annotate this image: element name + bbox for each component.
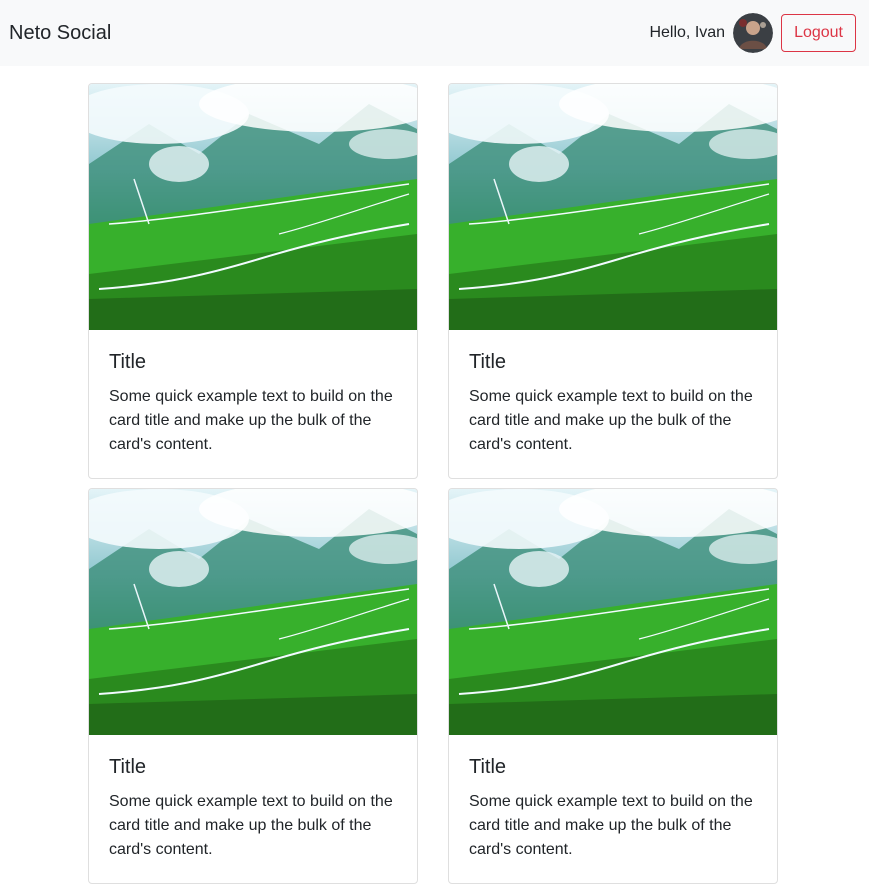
user-avatar-icon bbox=[733, 13, 774, 53]
card-title: Title bbox=[469, 351, 507, 373]
mountain-valley-image bbox=[449, 489, 777, 735]
mountain-valley-image bbox=[89, 489, 417, 735]
card-body: Title Some quick example text to build o… bbox=[449, 330, 777, 477]
card-title: Title bbox=[469, 756, 507, 778]
card-text: Some quick example text to build on the … bbox=[469, 793, 753, 858]
card-text: Some quick example text to build on the … bbox=[109, 793, 393, 858]
brand-link[interactable]: Neto Social bbox=[9, 22, 111, 45]
card-body: Title Some quick example text to build o… bbox=[89, 330, 417, 477]
card-text: Some quick example text to build on the … bbox=[109, 388, 393, 453]
card-text: Some quick example text to build on the … bbox=[469, 388, 753, 453]
user-area: Hello, Ivan Logout bbox=[649, 13, 856, 53]
mountain-valley-image bbox=[449, 84, 777, 330]
card: Title Some quick example text to build o… bbox=[448, 488, 778, 884]
card-title: Title bbox=[109, 756, 147, 778]
card: Title Some quick example text to build o… bbox=[448, 83, 778, 479]
card-title: Title bbox=[109, 351, 147, 373]
navbar: Neto Social Hello, Ivan Logout bbox=[0, 0, 869, 66]
card-body: Title Some quick example text to build o… bbox=[89, 735, 417, 882]
card-grid: Title Some quick example text to build o… bbox=[88, 83, 778, 884]
user-greeting: Hello, Ivan bbox=[649, 24, 726, 41]
card: Title Some quick example text to build o… bbox=[88, 83, 418, 479]
card-body: Title Some quick example text to build o… bbox=[449, 735, 777, 882]
card: Title Some quick example text to build o… bbox=[88, 488, 418, 884]
logout-button[interactable]: Logout bbox=[781, 14, 856, 52]
mountain-valley-image bbox=[89, 84, 417, 330]
